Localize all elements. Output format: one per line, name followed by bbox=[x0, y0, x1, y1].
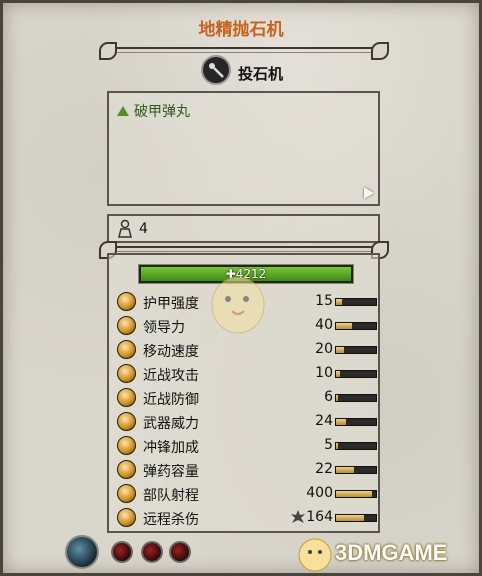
stat-row-charge-bonus[interactable]: 冲锋加成 5 bbox=[113, 435, 377, 457]
watermark: 3DMGAME bbox=[295, 533, 447, 573]
catapult-icon[interactable] bbox=[201, 55, 231, 85]
stat-row-missile-damage[interactable]: 远程杀伤 164 bbox=[113, 507, 377, 529]
stat-bar bbox=[335, 370, 377, 378]
stat-value: 20 bbox=[315, 341, 333, 357]
unit-title: 地精抛石机 bbox=[198, 20, 284, 40]
faction-icon[interactable] bbox=[65, 535, 99, 569]
stat-bar bbox=[335, 442, 377, 450]
stat-value: 5 bbox=[324, 437, 333, 453]
unit-count-box: 4 bbox=[107, 214, 380, 243]
stat-label: 弹药容量 bbox=[143, 464, 199, 480]
weapon-strength-icon bbox=[117, 412, 136, 431]
attribute-icon-3[interactable] bbox=[169, 541, 191, 563]
stat-value: 400 bbox=[306, 485, 333, 501]
stat-value: 6 bbox=[324, 389, 333, 405]
stat-label: 移动速度 bbox=[143, 344, 199, 360]
watermark-logo-icon bbox=[298, 538, 332, 572]
expand-arrow-icon[interactable] bbox=[364, 187, 374, 199]
stat-bar-fill bbox=[336, 419, 346, 425]
stat-bar bbox=[335, 394, 377, 402]
stat-bar-fill bbox=[336, 323, 352, 329]
attribute-icon-2[interactable] bbox=[141, 541, 163, 563]
stat-bar bbox=[335, 466, 377, 474]
stat-bar bbox=[335, 514, 377, 522]
unit-count-value: 4 bbox=[139, 221, 148, 237]
stat-label: 远程杀伤 bbox=[143, 512, 199, 528]
stat-bar bbox=[335, 322, 377, 330]
armor-icon bbox=[117, 292, 136, 311]
stat-bar-fill bbox=[336, 371, 340, 377]
stat-label: 近战防御 bbox=[143, 392, 199, 408]
range-icon bbox=[117, 484, 136, 503]
stat-value: 24 bbox=[315, 413, 333, 429]
stat-label: 部队射程 bbox=[143, 488, 199, 504]
missile-damage-icon bbox=[117, 508, 136, 527]
stat-bar bbox=[335, 346, 377, 354]
stat-row-weapon-strength[interactable]: 武器威力 24 bbox=[113, 411, 377, 433]
leadership-icon bbox=[117, 316, 136, 335]
watermark-mascot bbox=[211, 276, 265, 334]
ability-label: 破甲弹丸 bbox=[134, 104, 190, 120]
stat-bar-fill bbox=[336, 299, 342, 305]
stat-bar-fill bbox=[336, 515, 364, 521]
stat-value: 10 bbox=[315, 365, 333, 381]
stat-bar-fill bbox=[336, 347, 344, 353]
stat-bar-fill bbox=[336, 467, 354, 473]
stat-bar-fill bbox=[336, 443, 338, 449]
speed-icon bbox=[117, 340, 136, 359]
unit-info-panel: 地精抛石机 投石机 破甲弹丸 4 ✚4212 护甲强度 15 领导力 40 移动… bbox=[0, 0, 482, 576]
stat-bar-fill bbox=[336, 491, 372, 497]
stat-bar-fill bbox=[336, 395, 339, 401]
stat-bar bbox=[335, 298, 377, 306]
stat-value: 164 bbox=[306, 509, 333, 525]
soldier-icon bbox=[118, 219, 132, 238]
stat-value: 15 bbox=[315, 293, 333, 309]
abilities-box: 破甲弹丸 bbox=[107, 91, 380, 206]
stat-label: 护甲强度 bbox=[143, 296, 199, 312]
stat-row-range[interactable]: 部队射程 400 bbox=[113, 483, 377, 505]
stat-bar bbox=[335, 490, 377, 498]
melee-attack-icon bbox=[117, 364, 136, 383]
ability-item[interactable]: 破甲弹丸 bbox=[117, 101, 190, 121]
stat-row-speed[interactable]: 移动速度 20 bbox=[113, 339, 377, 361]
title-divider bbox=[99, 42, 389, 60]
ammunition-icon bbox=[117, 460, 136, 479]
charge-bonus-icon bbox=[117, 436, 136, 455]
watermark-text: 3DMGAME bbox=[335, 540, 448, 565]
stat-row-ammunition[interactable]: 弹药容量 22 bbox=[113, 459, 377, 481]
stat-value: 40 bbox=[315, 317, 333, 333]
stat-label: 近战攻击 bbox=[143, 368, 199, 384]
stat-row-melee-defence[interactable]: 近战防御 6 bbox=[113, 387, 377, 409]
stat-label: 冲锋加成 bbox=[143, 440, 199, 456]
weapon-name: 投石机 bbox=[238, 65, 284, 83]
stat-value: 22 bbox=[315, 461, 333, 477]
stat-label: 武器威力 bbox=[143, 416, 199, 432]
stats-divider bbox=[99, 241, 389, 259]
stat-bar bbox=[335, 418, 377, 426]
attribute-icon-1[interactable] bbox=[111, 541, 133, 563]
melee-defence-icon bbox=[117, 388, 136, 407]
green-triangle-icon bbox=[117, 106, 129, 116]
stat-label: 领导力 bbox=[143, 320, 185, 336]
stat-row-melee-attack[interactable]: 近战攻击 10 bbox=[113, 363, 377, 385]
